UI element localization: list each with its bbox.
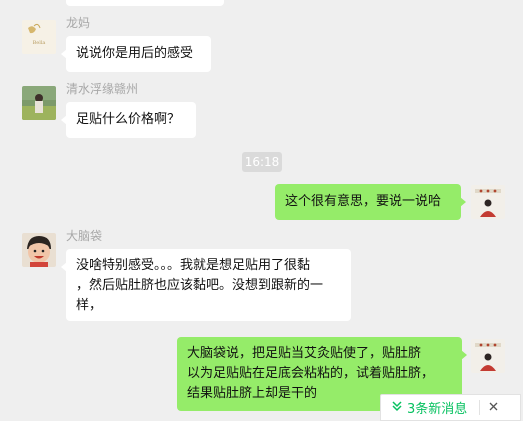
my-message-bubble[interactable]: 这个很有意思，要说一说哈: [275, 184, 466, 220]
message-text: 这个很有意思，要说一说哈: [285, 194, 442, 209]
avatar-image: Bella: [22, 20, 56, 54]
message-text-line: 没啥特别感受。。。我就是想足贴用了很黏: [76, 258, 311, 273]
avatar-image: [471, 185, 505, 219]
message-text: 说说你是用后的感受: [76, 46, 194, 61]
close-icon[interactable]: [480, 400, 506, 415]
sender-name: 龙妈: [66, 16, 91, 30]
sender-name: 清水浮缘赣州: [66, 82, 139, 96]
svg-text:Bella: Bella: [33, 40, 46, 46]
new-messages-banner[interactable]: 3条新消息: [380, 394, 521, 421]
message-text-line: 大脑袋说，把足贴当艾灸贴使了，贴肚脐: [187, 346, 422, 361]
message-text-line: ，然后贴肚脐也应该黏吧。没想到跟新的一: [76, 278, 324, 293]
message-text: 足贴什么价格啊？: [76, 112, 181, 127]
message-bubble[interactable]: 足贴什么价格啊？: [61, 102, 196, 138]
avatar-qingshui[interactable]: [22, 86, 56, 120]
avatar-image: [471, 339, 505, 373]
previous-message-bubble-edge: [66, 0, 224, 6]
message-text-line: 样，: [76, 298, 103, 313]
message-text-line: 以为足贴贴在足底会粘粘的，试着贴肚脐，: [187, 366, 435, 381]
sender-name: 大脑袋: [66, 229, 103, 243]
timestamp: 16:18: [242, 152, 282, 172]
new-messages-count[interactable]: 3条新消息: [407, 398, 467, 417]
avatar-me[interactable]: [471, 185, 505, 219]
avatar-image: [22, 86, 56, 120]
chevron-down-double-icon: [385, 400, 409, 416]
avatar-longma[interactable]: Bella: [22, 20, 56, 54]
avatar-image: [22, 233, 56, 267]
avatar-me[interactable]: [471, 339, 505, 373]
message-bubble[interactable]: 没啥特别感受。。。我就是想足贴用了很黏 ，然后贴肚脐也应该黏吧。没想到跟新的一 …: [61, 249, 351, 321]
avatar-danaodai[interactable]: [22, 233, 56, 267]
message-bubble[interactable]: 说说你是用后的感受: [61, 36, 211, 72]
